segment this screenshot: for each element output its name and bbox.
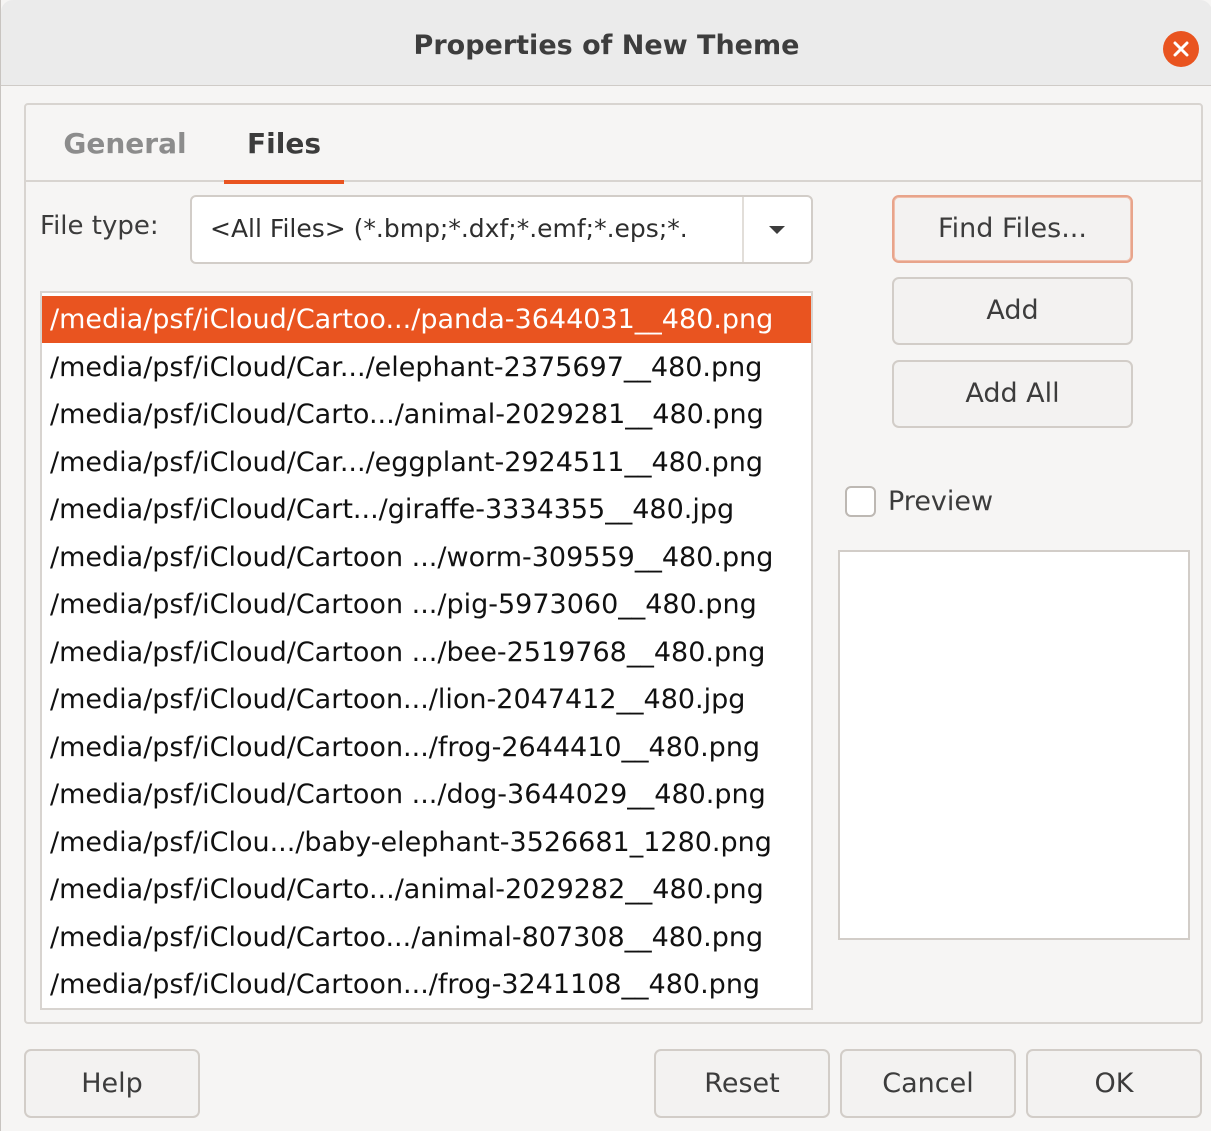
file-list-item[interactable]: /media/psf/iCloud/Cartoon.../lion-204741… [42,676,811,723]
close-icon [1173,41,1189,57]
dropdown-separator [742,197,744,262]
file-list-item[interactable]: /media/psf/iCloud/Cartoon .../pig-597306… [42,581,811,628]
file-list[interactable]: /media/psf/iCloud/Cartoo.../panda-364403… [40,291,813,1010]
preview-label: Preview [888,486,994,517]
file-list-item[interactable]: /media/psf/iCloud/Carto.../animal-202928… [42,391,811,438]
ok-button[interactable]: OK [1026,1049,1202,1118]
file-list-item[interactable]: /media/psf/iCloud/Cartoon .../dog-364402… [42,771,811,818]
help-button[interactable]: Help [24,1049,200,1118]
file-list-item[interactable]: /media/psf/iClou.../baby-elephant-352668… [42,819,811,866]
tab-files-label: Files [247,127,321,160]
tab-files[interactable]: Files [224,105,344,184]
file-list-item[interactable]: /media/psf/iCloud/Cartoon.../frog-264441… [42,724,811,771]
properties-dialog: Properties of New Theme General Files Fi… [0,0,1211,1131]
tab-notebook: General Files File type: <All Files> (*.… [24,103,1203,1024]
file-type-value: <All Files> (*.bmp;*.dxf;*.emf;*.eps;*. [210,214,688,243]
cancel-button[interactable]: Cancel [840,1049,1016,1118]
tab-general[interactable]: General [50,105,200,182]
reset-button[interactable]: Reset [654,1049,830,1118]
chevron-down-icon[interactable] [768,225,786,235]
file-list-item[interactable]: /media/psf/iCloud/Carto.../animal-202928… [42,866,811,913]
preview-checkbox[interactable] [845,486,876,517]
dialog-title: Properties of New Theme [413,30,800,61]
file-list-item[interactable]: /media/psf/iCloud/Cartoo.../panda-364403… [42,296,811,343]
file-list-item[interactable]: /media/psf/iCloud/Cartoon.../frog-324110… [42,961,811,1008]
preview-area [838,550,1190,940]
title-bar: Properties of New Theme [1,0,1211,86]
file-type-dropdown[interactable]: <All Files> (*.bmp;*.dxf;*.emf;*.eps;*. [190,195,813,264]
active-tab-indicator [224,180,344,184]
close-button[interactable] [1163,31,1199,67]
file-list-item[interactable]: /media/psf/iCloud/Car.../eggplant-292451… [42,439,811,486]
file-type-label: File type: [40,211,159,241]
add-button[interactable]: Add [892,277,1133,345]
find-files-button[interactable]: Find Files... [892,195,1133,263]
tab-bar: General Files [26,105,1201,184]
file-list-item[interactable]: /media/psf/iCloud/Cart.../giraffe-333435… [42,486,811,533]
file-list-item[interactable]: /media/psf/iCloud/Car.../elephant-237569… [42,344,811,391]
file-list-item[interactable]: /media/psf/iCloud/Cartoon .../worm-30955… [42,534,811,581]
file-list-item[interactable]: /media/psf/iCloud/Cartoo.../animal-80730… [42,914,811,961]
file-list-item[interactable]: /media/psf/iCloud/Cartoon .../bee-251976… [42,629,811,676]
add-all-button[interactable]: Add All [892,360,1133,428]
